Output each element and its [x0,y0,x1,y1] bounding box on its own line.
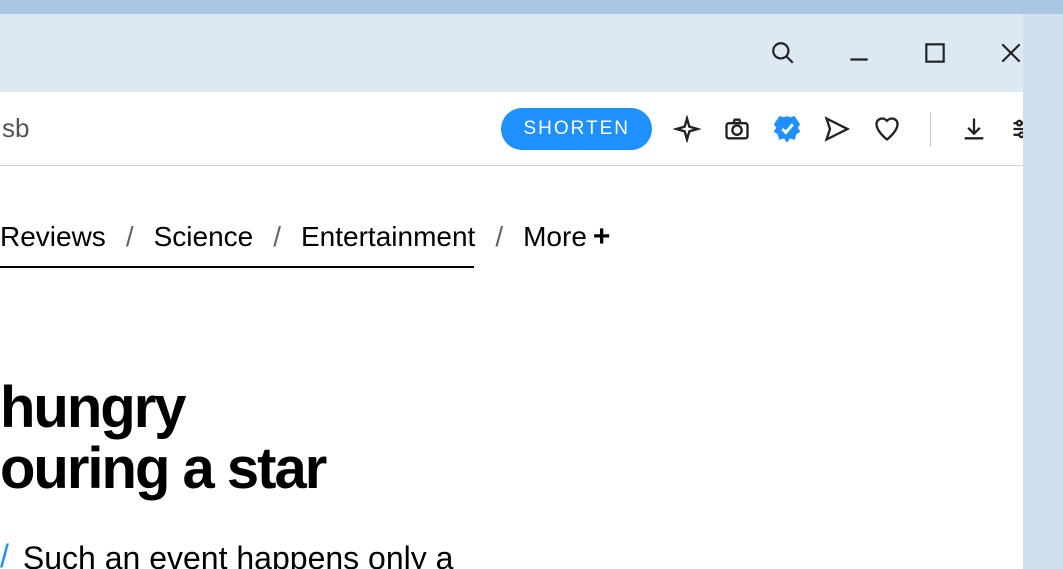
article-subhead: Such an event happens only a few times e… [23,538,493,569]
nav-separator: / [273,221,281,253]
address-bar: sb SHORTEN [0,92,1063,166]
shield-check-icon[interactable] [772,114,802,144]
sparkle-icon[interactable] [672,114,702,144]
close-button[interactable] [997,39,1025,67]
minimize-button[interactable] [845,39,873,67]
nav-item-more[interactable]: More+ [523,220,610,254]
shorten-button[interactable]: SHORTEN [501,108,652,150]
url-fragment[interactable]: sb [0,113,29,144]
nav-separator: / [126,221,134,253]
plus-icon: + [593,220,611,253]
nav-separator: / [495,221,503,253]
nav-item-entertainment[interactable]: Entertainment [301,221,475,253]
send-icon[interactable] [822,114,852,144]
maximize-button[interactable] [921,39,949,67]
site-navbar: Reviews / Science / Entertainment / More… [0,166,474,268]
nav-item-science[interactable]: Science [154,221,254,253]
camera-icon[interactable] [722,114,752,144]
toolbar-separator [930,112,931,146]
download-icon[interactable] [959,114,989,144]
heart-icon[interactable] [872,114,902,144]
subhead-slash: / [0,538,9,569]
article-headline: hungry ouring a star [0,378,1063,500]
search-icon[interactable] [769,39,797,67]
nav-item-reviews[interactable]: Reviews [0,221,106,253]
settings-sliders-icon[interactable] [1009,114,1039,144]
article: hungry ouring a star / Such an event hap… [0,268,1063,569]
window-titlebar [0,0,1063,92]
